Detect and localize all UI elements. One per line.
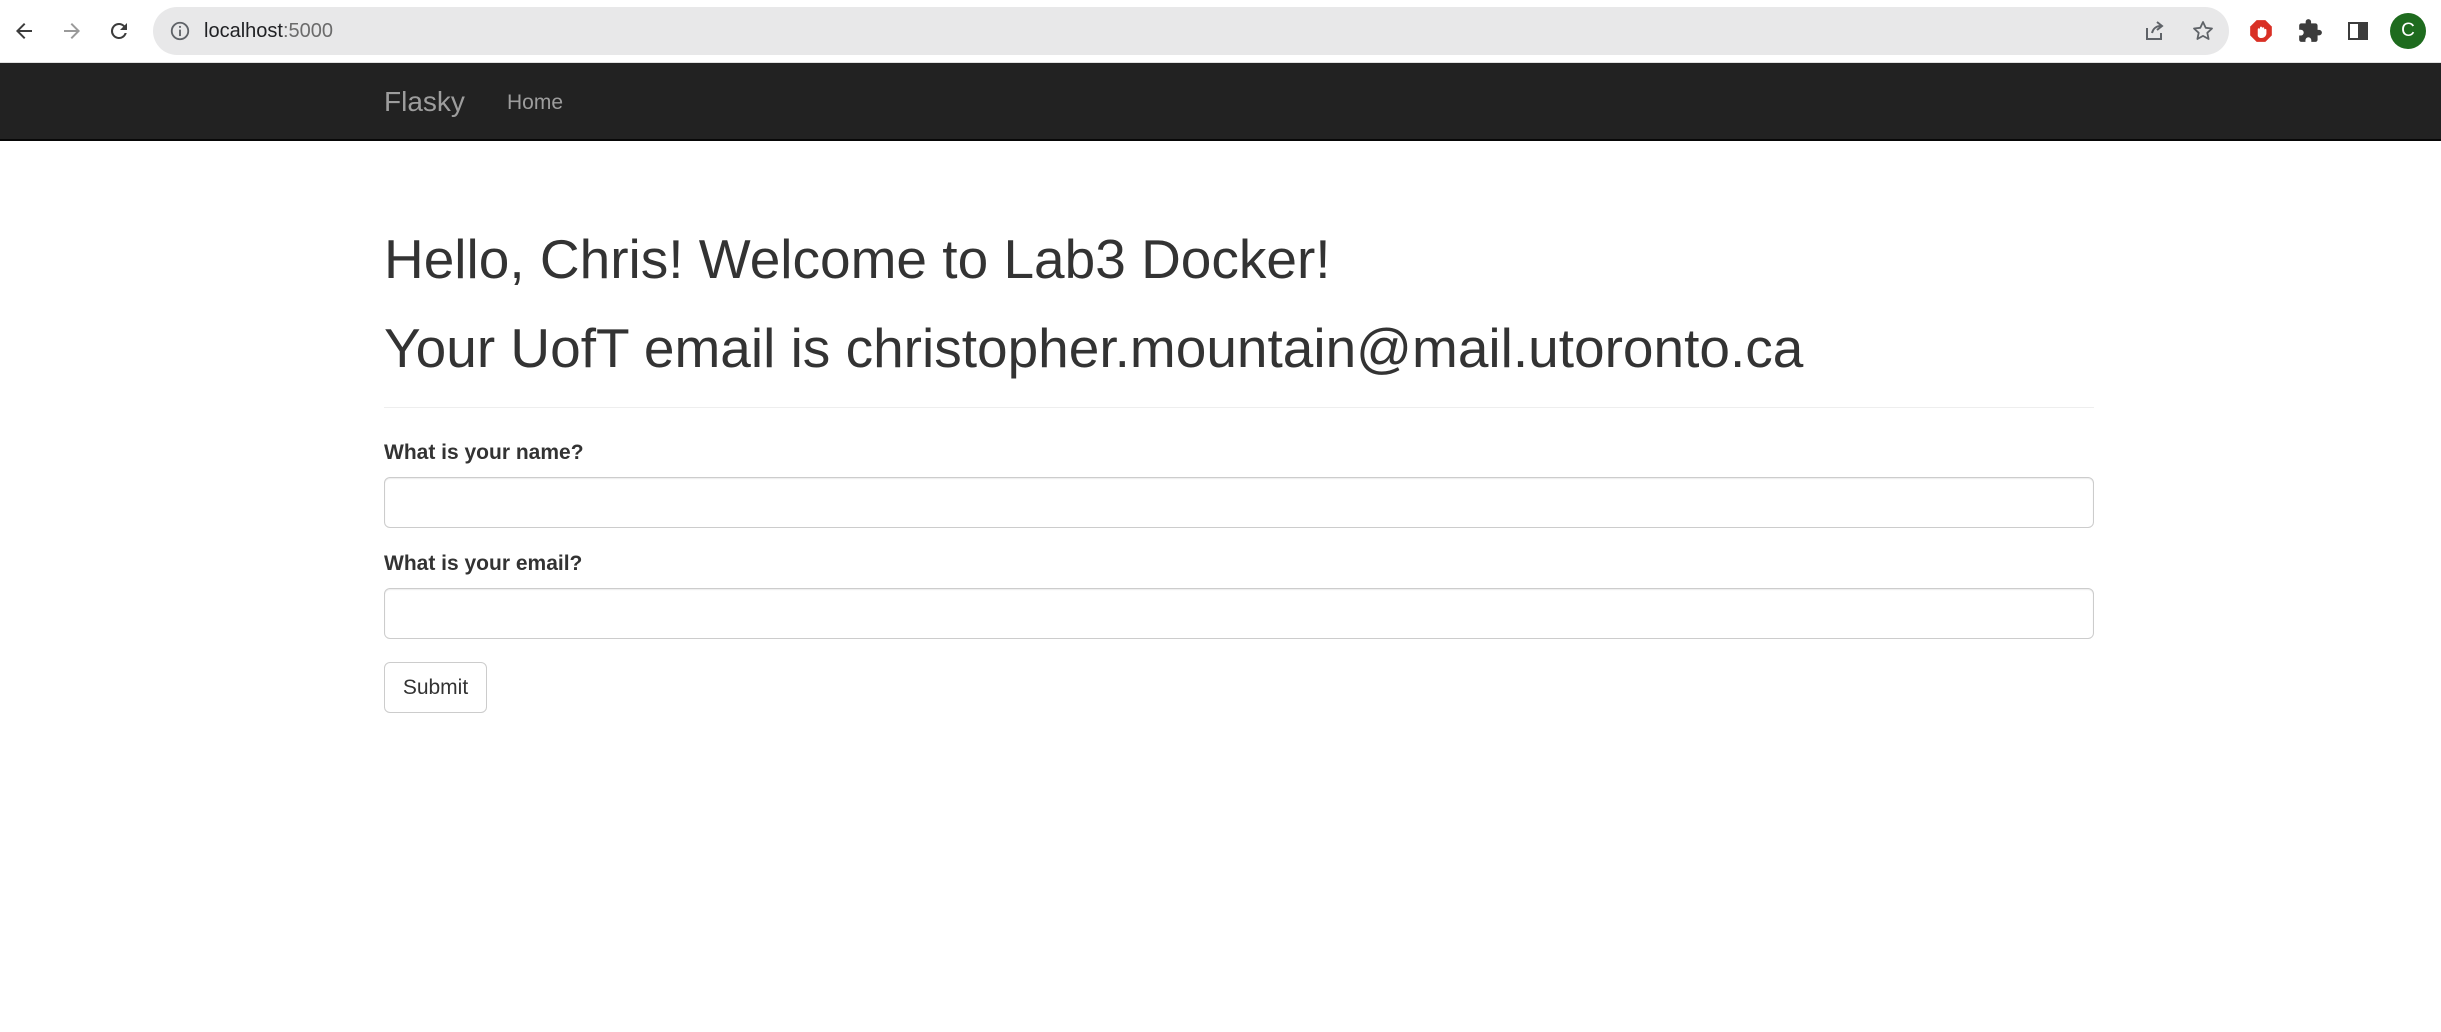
profile-avatar[interactable]: C <box>2390 13 2426 49</box>
email-label: What is your email? <box>384 552 583 575</box>
arrow-right-icon <box>64 23 80 39</box>
puzzle-icon[interactable] <box>2294 15 2326 47</box>
back-button[interactable] <box>7 14 41 48</box>
url-host: localhost <box>204 20 283 42</box>
site-navbar: Flasky Home <box>0 63 2441 141</box>
reload-icon <box>110 22 127 39</box>
reload-button[interactable] <box>102 14 136 48</box>
address-bar[interactable]: localhost:5000 <box>153 7 2229 55</box>
name-label: What is your name? <box>384 441 584 464</box>
info-icon[interactable] <box>169 20 191 42</box>
greeting-heading: Hello, Chris! Welcome to Lab3 Docker! <box>384 228 1331 290</box>
email-input[interactable] <box>384 588 2094 639</box>
name-input[interactable] <box>384 477 2094 528</box>
share-icon[interactable] <box>2142 19 2166 43</box>
url-port: :5000 <box>282 20 333 42</box>
url-text[interactable]: localhost:5000 <box>204 19 333 43</box>
submit-button[interactable]: Submit <box>384 662 487 713</box>
email-heading: Your UofT email is christopher.mountain@… <box>384 317 1804 379</box>
side-panel-icon[interactable] <box>2342 15 2374 47</box>
adblock-icon[interactable] <box>2245 15 2277 47</box>
divider <box>384 407 2094 408</box>
adblock-shape <box>2250 20 2272 42</box>
navbar-brand[interactable]: Flasky <box>384 86 465 118</box>
nav-link-home[interactable]: Home <box>507 91 563 115</box>
star-icon[interactable] <box>2191 19 2215 43</box>
browser-toolbar: localhost:5000 C <box>0 0 2441 63</box>
arrow-left-icon <box>16 23 32 39</box>
puzzle-shape <box>2299 19 2322 42</box>
forward-button[interactable] <box>55 14 89 48</box>
side-panel-shape <box>2348 22 2368 40</box>
